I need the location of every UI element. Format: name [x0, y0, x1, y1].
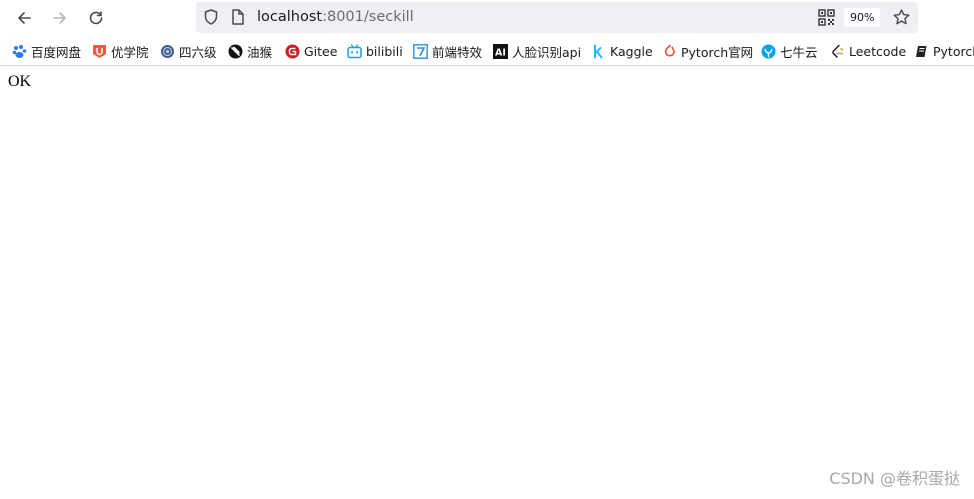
bookmark-label: Pytorch官网	[681, 44, 754, 60]
bookmark-label: Leetcode	[849, 43, 907, 59]
bookmark-leetcode[interactable]: Leetcode	[830, 42, 906, 60]
baidu-pan-icon	[12, 44, 27, 59]
page-body-text: OK	[8, 73, 32, 90]
book-icon	[914, 44, 929, 59]
bookmark-baidu-pan[interactable]: 百度网盘	[12, 42, 81, 60]
star-icon[interactable]	[892, 8, 911, 27]
url-text[interactable]: localhost:8001/seckill	[257, 8, 414, 27]
pytorch-icon	[662, 44, 677, 59]
bookmark-pytorch-official[interactable]: Pytorch官网	[662, 42, 753, 60]
csdn-watermark: CSDN @卷积蛋挞	[829, 469, 960, 488]
cet-icon	[160, 44, 175, 59]
bookmark-kaggle[interactable]: Kaggle	[591, 42, 653, 60]
zoom-level-badge[interactable]: 90%	[844, 8, 881, 27]
shield-icon[interactable]	[202, 8, 220, 26]
bookmark-label: 四六级	[179, 44, 217, 60]
frontend-effects-icon	[413, 43, 428, 59]
bookmark-label: 优学院	[111, 44, 149, 60]
tampermonkey-icon	[228, 44, 243, 59]
bookmark-label: Kaggle	[610, 43, 653, 59]
bookmark-label: 七牛云	[780, 44, 818, 60]
svg-text:AI: AI	[495, 47, 506, 58]
bookmark-pytorch[interactable]: Pytorch	[914, 42, 974, 60]
bookmark-gitee[interactable]: Gitee	[285, 42, 337, 60]
url-path: :8001/seckill	[322, 9, 414, 25]
qiniu-icon	[761, 44, 776, 59]
address-bar[interactable]: localhost:8001/seckill 90%	[196, 2, 918, 33]
url-host: localhost	[257, 9, 323, 25]
bookmark-tampermonkey[interactable]: 油猴	[228, 42, 272, 60]
bookmark-cet[interactable]: 四六级	[160, 42, 217, 60]
bookmark-label: 油猴	[247, 44, 273, 60]
bookmark-label: 百度网盘	[31, 44, 82, 60]
bookmark-bilibili[interactable]: bilibili	[347, 42, 403, 60]
bookmark-label: bilibili	[366, 43, 403, 59]
bookmark-label: 前端特效	[432, 44, 483, 60]
leetcode-icon	[830, 44, 845, 59]
bookmark-face-recognition-api[interactable]: AI 人脸识别api	[493, 42, 581, 60]
bookmarks-bar: 百度网盘 优学院 四六级 油猴 Gitee bilibili 前端特效 AI 人…	[0, 36, 974, 66]
bilibili-icon	[347, 43, 362, 59]
reload-icon	[89, 11, 103, 25]
qr-code-icon[interactable]	[818, 9, 835, 26]
bookmark-youxueyuan[interactable]: 优学院	[92, 42, 149, 60]
ai-icon: AI	[493, 43, 508, 59]
browser-toolbar: localhost:8001/seckill 90%	[0, 0, 974, 36]
forward-button[interactable]	[46, 5, 74, 31]
back-button[interactable]	[10, 5, 38, 31]
bookmark-label: Pytorch	[933, 43, 974, 59]
back-arrow-icon	[18, 12, 31, 24]
gitee-icon	[285, 44, 300, 59]
reload-button[interactable]	[82, 5, 110, 31]
bookmark-label: Gitee	[304, 43, 338, 59]
page-icon[interactable]	[230, 8, 246, 26]
bookmark-qiniu[interactable]: 七牛云	[761, 42, 818, 60]
youxueyuan-icon	[92, 44, 107, 59]
bookmark-label: 人脸识别api	[512, 44, 582, 60]
bookmark-frontend-effects[interactable]: 前端特效	[413, 42, 482, 60]
kaggle-icon	[591, 44, 606, 59]
forward-arrow-icon	[53, 12, 66, 24]
